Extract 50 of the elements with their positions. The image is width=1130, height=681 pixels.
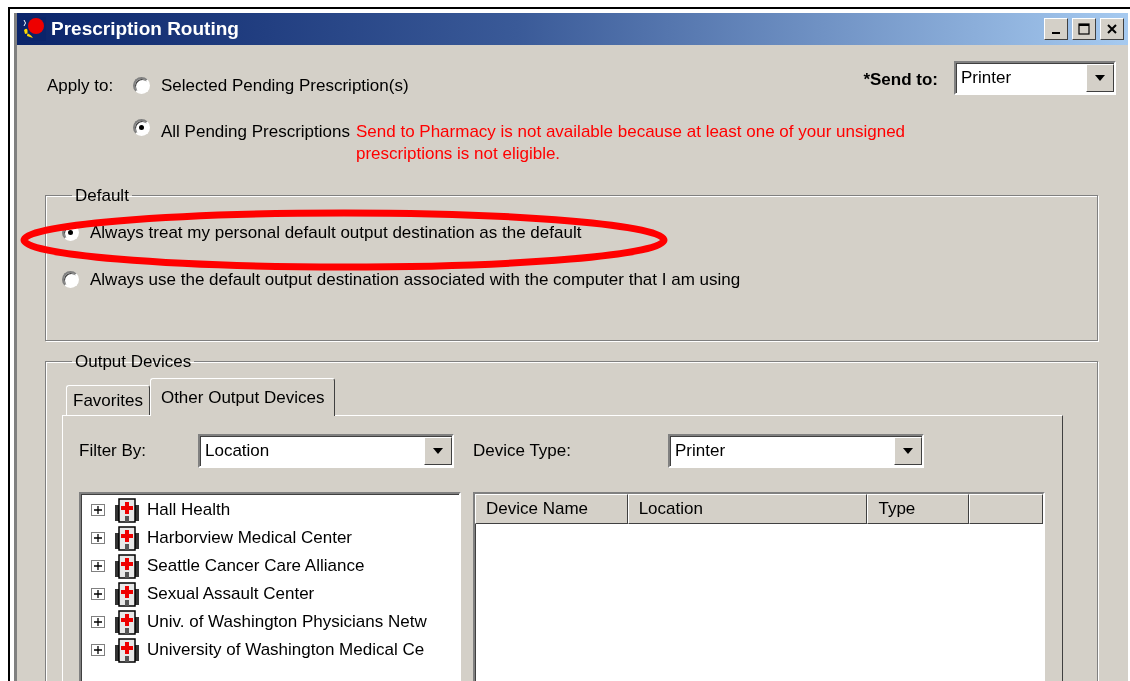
filter-by-label: Filter By: — [79, 440, 148, 463]
column-header[interactable]: Location — [627, 494, 868, 524]
tab[interactable]: Favorites — [66, 384, 150, 415]
filter-by-dropdown[interactable]: Location — [198, 434, 454, 468]
hospital-icon — [113, 525, 141, 551]
tree-item[interactable]: Hall Health — [147, 497, 231, 523]
tree-item[interactable]: Harborview Medical Center — [147, 525, 353, 551]
dropdown-arrow-icon — [433, 448, 443, 454]
expand-toggle[interactable] — [91, 616, 105, 628]
expand-toggle[interactable] — [91, 532, 105, 544]
expand-toggle[interactable] — [91, 644, 105, 656]
tree-item[interactable]: Seattle Cancer Care Alliance — [147, 553, 365, 579]
apply-to-label: Apply to: — [47, 75, 115, 97]
minimize-icon — [1052, 32, 1060, 34]
expand-toggle[interactable] — [91, 504, 105, 516]
warning-message: Send to Pharmacy is not available because at least one of your unsigned prescriptions is not eligible. — [356, 120, 907, 165]
hospital-icon — [113, 497, 141, 523]
tree-item[interactable]: University of Washington Medical Ce — [147, 637, 425, 663]
hospital-icon — [113, 609, 141, 635]
send-to-label: *Send to: — [863, 69, 938, 91]
minimize-button[interactable] — [1044, 18, 1068, 40]
expand-toggle[interactable] — [91, 588, 105, 600]
maximize-button[interactable] — [1072, 18, 1096, 40]
dropdown-arrow-icon — [1095, 75, 1105, 81]
window-title: Prescription Routing — [51, 16, 239, 41]
close-button[interactable] — [1100, 18, 1124, 40]
device-type-label: Device Type: — [473, 440, 572, 463]
radio-button[interactable] — [133, 77, 150, 95]
hospital-icon — [113, 637, 141, 663]
tree-item[interactable]: Univ. of Washington Physicians Netw — [147, 609, 427, 635]
radio-label: Always use the default output destination associated with the computer that I am using — [90, 269, 741, 291]
column-header[interactable]: Type — [867, 494, 969, 524]
default-group-title: Default — [74, 186, 130, 204]
hospital-icon — [113, 581, 141, 607]
dropdown-arrow-icon — [903, 448, 913, 454]
radio-label: Selected Pending Prescription(s) — [161, 75, 409, 97]
device-type-dropdown[interactable]: Printer — [668, 434, 924, 468]
send-to-dropdown[interactable]: Printer — [954, 61, 1116, 95]
radio-button[interactable] — [133, 118, 150, 136]
output-devices-group-title: Output Devices — [74, 352, 193, 370]
expand-toggle[interactable] — [91, 560, 105, 572]
close-icon — [1106, 23, 1118, 35]
radio-label: Always treat my personal default output destination as the default — [90, 221, 582, 244]
hospital-icon — [113, 553, 141, 579]
maximize-icon — [1078, 23, 1090, 35]
tree-item[interactable]: Sexual Assault Center — [147, 581, 315, 607]
tab[interactable]: Other Output Devices — [149, 377, 336, 416]
column-header[interactable]: Device Name — [475, 494, 628, 524]
radio-button[interactable] — [62, 271, 79, 289]
radio-label: All Pending Prescriptions — [161, 120, 350, 143]
